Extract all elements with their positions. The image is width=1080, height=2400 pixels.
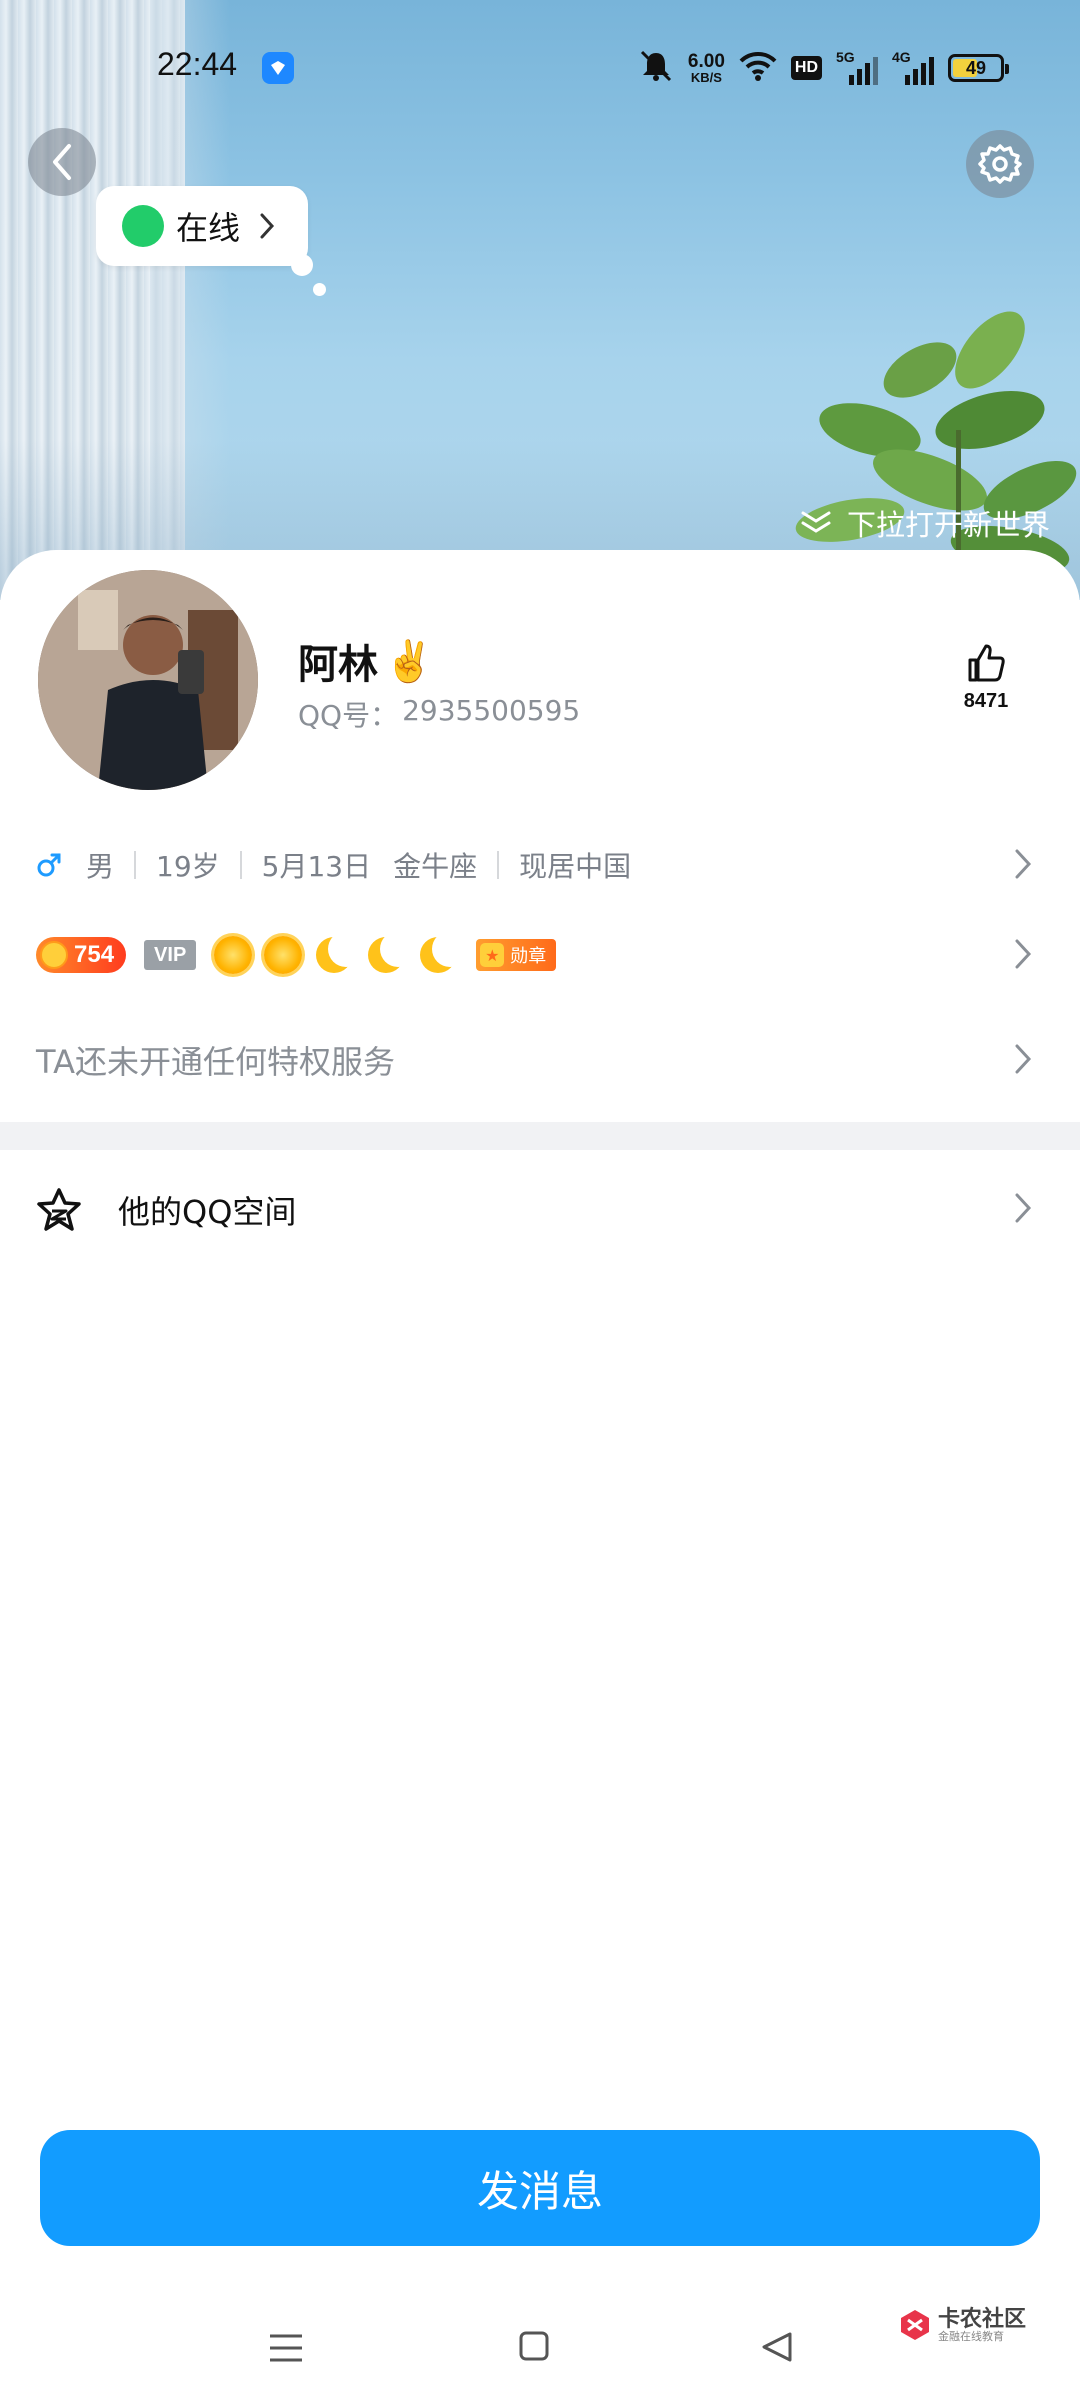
info-divider: [239, 851, 242, 879]
chevron-right-icon: [260, 213, 275, 239]
medal-label: 勋章: [510, 946, 547, 967]
birthday-label: 5月13日: [261, 850, 372, 883]
info-divider: [497, 851, 500, 879]
level-badges-row[interactable]: 754 VIP ★ 勋章: [36, 931, 1046, 978]
sun-icon: [214, 936, 253, 974]
like-button[interactable]: 8471: [946, 640, 1026, 713]
like-count: 8471: [963, 690, 1009, 712]
pull-down-hint[interactable]: 下拉打开新世界: [799, 502, 1050, 544]
menu-icon[interactable]: [268, 2330, 304, 2366]
watermark-sub: 金融在线教育: [938, 2330, 1004, 2344]
privilege-row[interactable]: TA还未开通任何特权服务: [36, 1035, 1046, 1085]
watermark-main: 卡农社区: [938, 2307, 1027, 2332]
settings-button[interactable]: [966, 130, 1034, 198]
qq-number: 2935500595: [402, 694, 581, 727]
bubble-tail-dot: [291, 254, 313, 276]
zodiac-label: 金牛座: [393, 850, 478, 883]
chevron-right-icon: [1015, 1193, 1032, 1223]
qq-number-row[interactable]: QQ号： 2935500595: [298, 694, 580, 734]
avatar[interactable]: [38, 570, 258, 790]
profile-card: [0, 550, 1080, 2400]
hd-indicator: HD: [790, 56, 822, 80]
battery-icon: 49: [948, 54, 1009, 82]
level-badge: 754: [36, 937, 127, 973]
back-button[interactable]: [28, 128, 96, 196]
online-status-dot: [122, 205, 164, 247]
wifi-icon: [739, 51, 777, 85]
qzone-star-icon: [37, 1188, 81, 1231]
basic-info-row[interactable]: 男 19岁 5月13日 金牛座 现居中国: [36, 842, 1046, 888]
net-speed-value: 6.00: [687, 51, 725, 72]
sun-icon: [264, 936, 303, 974]
nickname: 阿林: [298, 642, 378, 688]
send-message-button[interactable]: 发消息: [40, 2130, 1040, 2246]
qzone-label: 他的QQ空间: [118, 1193, 297, 1231]
age-label: 19岁: [156, 850, 220, 883]
nav-back-icon[interactable]: [760, 2330, 794, 2364]
victory-hand-emoji: ✌️: [384, 638, 434, 685]
info-divider: [134, 851, 137, 879]
online-status-label: 在线: [176, 209, 241, 247]
double-chevron-down-icon: [801, 511, 831, 533]
privilege-text: TA还未开通任何特权服务: [36, 1043, 395, 1081]
app-notification-icon: [262, 52, 294, 84]
net-speed-unit: KB/S: [690, 70, 722, 85]
settings-icon: [978, 144, 1022, 184]
male-icon: [37, 853, 61, 877]
qzone-row[interactable]: 他的QQ空间: [36, 1180, 1046, 1240]
chevron-right-icon: [1015, 939, 1032, 969]
vip-badge: VIP: [144, 940, 197, 970]
watermark-logo-icon: [901, 2310, 929, 2341]
medal-badge: ★ 勋章: [476, 939, 557, 971]
status-bar: 22:44 6.00 KB/S HD 5G 4G 49: [0, 0, 1080, 135]
moon-icon: [366, 931, 417, 975]
home-icon[interactable]: [518, 2330, 550, 2362]
coin-icon: [40, 941, 68, 969]
bell-muted-icon: [638, 49, 674, 87]
watermark: 卡农社区 金融在线教育: [898, 2308, 1026, 2343]
moon-icon: [418, 931, 469, 975]
gender-label: 男: [86, 850, 115, 883]
battery-level: 49: [965, 57, 987, 78]
section-divider: [0, 1122, 1080, 1150]
avatar-image: [38, 570, 258, 790]
level-value: 754: [74, 941, 115, 968]
signal-icon: 5G: [836, 49, 878, 85]
chevron-right-icon: [1015, 1044, 1032, 1074]
status-time: 22:44: [157, 46, 238, 82]
thumbs-up-icon: [968, 644, 1005, 682]
nickname-row: 阿林 ✌️: [298, 632, 434, 690]
qq-number-label: QQ号：: [298, 699, 399, 732]
back-icon: [53, 144, 71, 180]
location-label: 现居中国: [519, 850, 632, 883]
status-icons: 6.00 KB/S HD 5G 4G 49: [638, 48, 1009, 88]
signal-icon-sim2: 4G: [892, 49, 934, 85]
bubble-tail-dot-small: [313, 283, 326, 296]
online-status-button[interactable]: 在线: [96, 186, 308, 266]
net-speed: 6.00 KB/S: [688, 52, 725, 84]
moon-icon: [314, 931, 365, 975]
pull-down-hint-label: 下拉打开新世界: [846, 508, 1050, 542]
star-icon: ★: [480, 943, 505, 967]
chevron-right-icon: [1015, 849, 1032, 879]
